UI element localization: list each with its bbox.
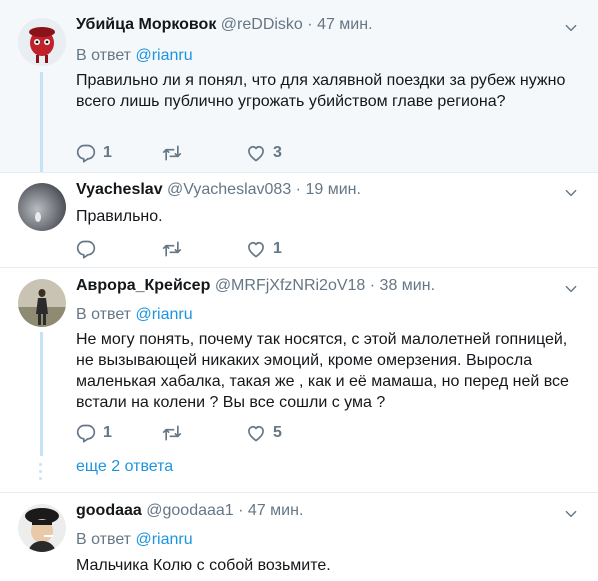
- reply-context: В ответ @rianru: [76, 47, 193, 65]
- chevron-down-icon[interactable]: [564, 507, 578, 521]
- reply-icon: [76, 423, 96, 443]
- retweet-button[interactable]: [162, 239, 189, 259]
- tweet-header: Vyacheslav @Vyacheslav083 · 19 мин.: [76, 181, 361, 199]
- user-name[interactable]: Vyacheslav: [76, 181, 163, 198]
- reply-mention-link[interactable]: @rianru: [135, 306, 192, 323]
- like-count: 1: [273, 240, 282, 257]
- reply-count: 1: [103, 144, 112, 161]
- tweet-text: Мальчика Колю с собой возьмите.: [76, 557, 331, 574]
- chevron-down-icon[interactable]: [564, 282, 578, 296]
- reply-icon: [76, 143, 96, 163]
- like-button[interactable]: 3: [246, 143, 282, 163]
- like-button[interactable]: 1: [246, 239, 282, 259]
- retweet-icon: [162, 143, 182, 163]
- user-handle[interactable]: @reDDisko: [221, 16, 303, 33]
- user-handle[interactable]: @goodaaa1: [146, 502, 233, 519]
- tweet[interactable]: Аврора_Крейсер @MRFjXfzNRi2oV18 · 38 мин…: [0, 267, 598, 492]
- retweet-icon: [162, 239, 182, 259]
- avatar[interactable]: [18, 18, 66, 66]
- separator: ·: [369, 277, 376, 294]
- tweet-header: Убийца Морковок @reDDisko · 47 мин.: [76, 16, 373, 34]
- reply-prefix: В ответ: [76, 306, 132, 323]
- reply-context: В ответ @rianru: [76, 306, 193, 324]
- reply-prefix: В ответ: [76, 531, 132, 548]
- separator: ·: [295, 181, 301, 198]
- reply-context: В ответ @rianru: [76, 531, 193, 549]
- user-name[interactable]: Аврора_Крейсер: [76, 277, 210, 294]
- reply-button[interactable]: 1: [76, 143, 112, 163]
- avatar-image: [18, 279, 66, 327]
- tweet-text: Правильно ли я понял, что для халявной п…: [76, 72, 566, 110]
- reply-count: 1: [103, 424, 112, 441]
- separator: ·: [238, 502, 244, 519]
- tweet-header: Аврора_Крейсер @MRFjXfzNRi2oV18 · 38 мин…: [76, 277, 435, 295]
- avatar-image: [18, 18, 66, 66]
- tweet-header: goodaaa @goodaaa1 · 47 мин.: [76, 502, 303, 520]
- chevron-down-icon[interactable]: [564, 21, 578, 35]
- tweet[interactable]: Vyacheslav @Vyacheslav083 · 19 мин. Прав…: [0, 172, 598, 267]
- tweet-text: Правильно.: [76, 208, 163, 225]
- retweet-button[interactable]: [162, 423, 189, 443]
- like-count: 5: [273, 424, 282, 441]
- heart-icon: [246, 423, 266, 443]
- user-handle[interactable]: @Vyacheslav083: [167, 181, 291, 198]
- avatar-image: [18, 504, 66, 552]
- tweet[interactable]: Убийца Морковок @reDDisko · 47 мин. В от…: [0, 0, 598, 172]
- heart-icon: [246, 239, 266, 259]
- timestamp[interactable]: 19 мин.: [305, 181, 360, 198]
- timestamp[interactable]: 38 мин.: [380, 277, 435, 294]
- timestamp[interactable]: 47 мин.: [248, 502, 303, 519]
- heart-icon: [246, 143, 266, 163]
- tweet[interactable]: goodaaa @goodaaa1 · 47 мин. В ответ @ria…: [0, 492, 598, 581]
- user-handle[interactable]: @MRFjXfzNRi2oV18: [215, 277, 366, 294]
- avatar[interactable]: [18, 504, 66, 552]
- reply-mention-link[interactable]: @rianru: [135, 531, 192, 548]
- like-count: 3: [273, 144, 282, 161]
- reply-icon: [76, 239, 96, 259]
- chevron-down-icon[interactable]: [564, 186, 578, 200]
- user-name[interactable]: Убийца Морковок: [76, 16, 216, 33]
- avatar[interactable]: [18, 279, 66, 327]
- separator: ·: [307, 16, 313, 33]
- thread-line: [40, 72, 43, 172]
- thread-dots: [39, 463, 43, 484]
- show-more-replies-link[interactable]: еще 2 ответа: [76, 458, 173, 476]
- reply-button[interactable]: [76, 239, 103, 259]
- tweet-text: Не могу понять, почему так носятся, с эт…: [76, 331, 569, 411]
- timestamp[interactable]: 47 мин.: [317, 16, 372, 33]
- reply-prefix: В ответ: [76, 47, 132, 64]
- retweet-button[interactable]: [162, 143, 189, 163]
- user-name[interactable]: goodaaa: [76, 502, 142, 519]
- thread-line: [40, 332, 43, 456]
- retweet-icon: [162, 423, 182, 443]
- like-button[interactable]: 5: [246, 423, 282, 443]
- avatar[interactable]: [18, 183, 66, 231]
- reply-mention-link[interactable]: @rianru: [135, 47, 192, 64]
- reply-button[interactable]: 1: [76, 423, 112, 443]
- avatar-image: [18, 183, 66, 231]
